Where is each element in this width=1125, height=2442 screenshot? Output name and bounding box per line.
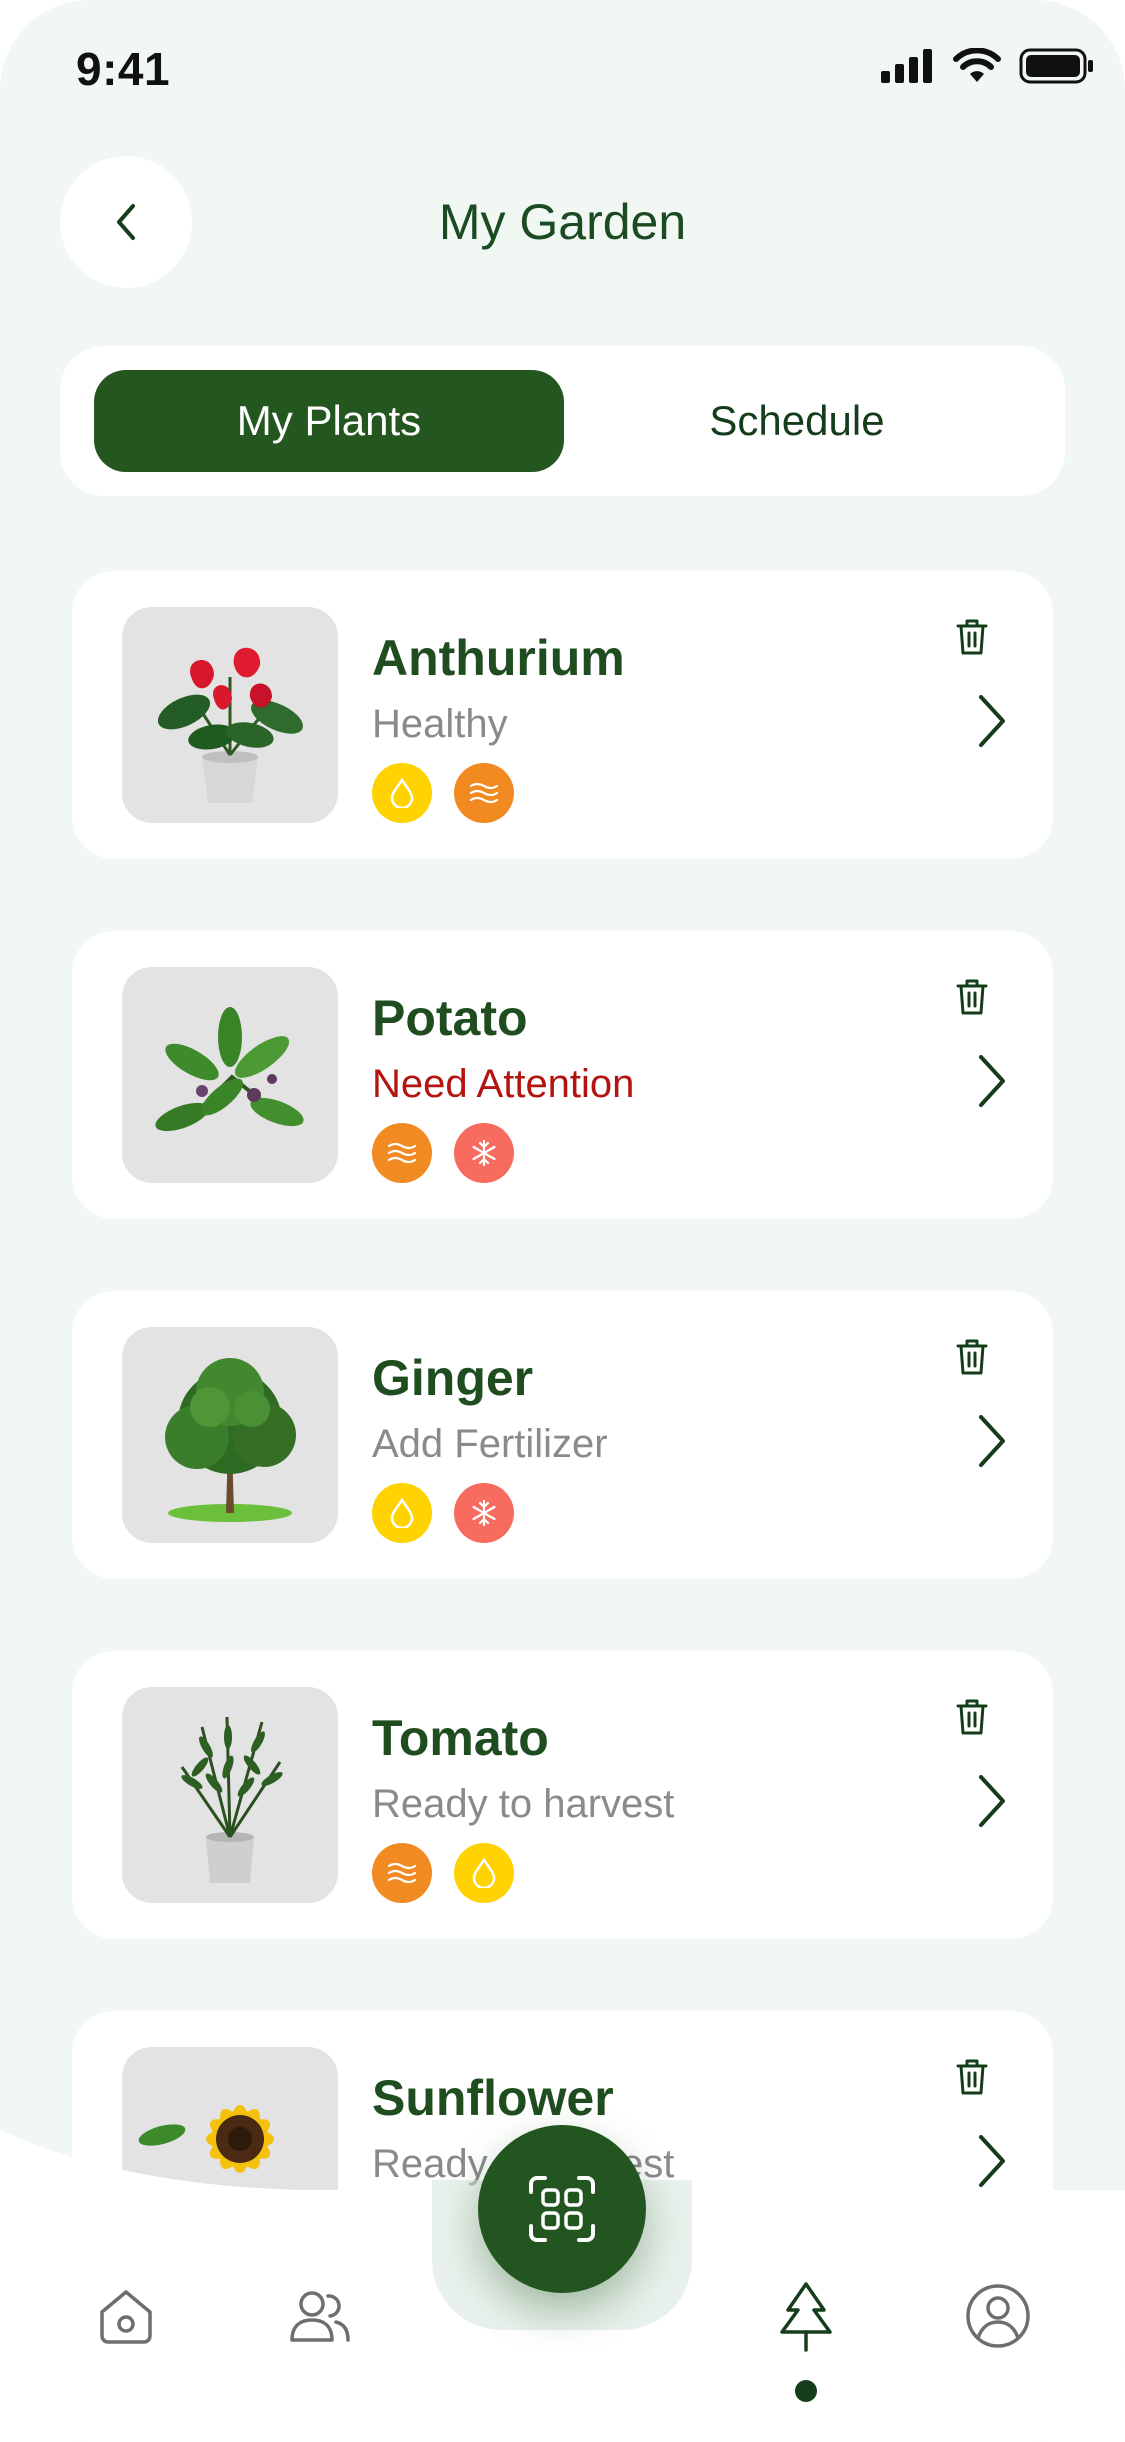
snowflake-icon: [454, 1483, 514, 1543]
tab-schedule[interactable]: Schedule: [562, 370, 1032, 472]
plant-card-potato[interactable]: Potato Need Attention: [72, 931, 1053, 1219]
plant-tree-icon: [780, 2282, 832, 2352]
nav-profile[interactable]: [962, 2280, 1034, 2352]
status-icons: [881, 48, 1095, 84]
wind-icon: [372, 1843, 432, 1903]
tab-my-plants[interactable]: My Plants: [94, 370, 564, 472]
wifi-icon: [953, 48, 1001, 82]
plant-status: Ready to harvest: [372, 1782, 675, 1826]
care-badges: [372, 1843, 514, 1903]
water-drop-icon: [372, 763, 432, 823]
profile-icon: [966, 2284, 1030, 2348]
scan-button[interactable]: [478, 2125, 646, 2293]
trash-icon[interactable]: [955, 977, 989, 1017]
chevron-right-icon[interactable]: [969, 689, 1013, 753]
plant-thumbnail: [122, 1687, 338, 1903]
battery-icon: [1019, 48, 1093, 84]
plant-card-tomato[interactable]: Tomato Ready to harvest: [72, 1651, 1053, 1939]
plant-status: Healthy: [372, 702, 508, 746]
plant-status: Need Attention: [372, 1062, 635, 1106]
wind-icon: [372, 1123, 432, 1183]
phone-screen: 9:41 My Garden My Plants Schedule Anthur…: [0, 0, 1125, 2442]
nav-community[interactable]: [284, 2280, 356, 2352]
care-badges: [372, 1483, 514, 1543]
care-badges: [372, 1123, 514, 1183]
community-icon: [290, 2291, 350, 2342]
zz-plant-image: [180, 1716, 283, 1883]
trash-icon[interactable]: [955, 2057, 989, 2097]
anthurium-image: [157, 647, 303, 803]
wind-icon: [454, 763, 514, 823]
chevron-right-icon[interactable]: [969, 1769, 1013, 1833]
plant-name: Tomato: [372, 1710, 549, 1766]
segmented-tabs: My Plants Schedule: [60, 346, 1065, 496]
chevron-right-icon[interactable]: [969, 1409, 1013, 1473]
nav-my-garden[interactable]: [770, 2280, 842, 2352]
tree-image: [165, 1358, 296, 1522]
water-drop-icon: [372, 1483, 432, 1543]
page-title: My Garden: [438, 194, 687, 250]
trash-icon[interactable]: [955, 1697, 989, 1737]
care-badges: [372, 763, 514, 823]
plant-card-ginger[interactable]: Ginger Add Fertilizer: [72, 1291, 1053, 1579]
plant-status: Add Fertilizer: [372, 1422, 608, 1466]
snowflake-icon: [454, 1123, 514, 1183]
plant-thumbnail: [122, 967, 338, 1183]
plant-card-anthurium[interactable]: Anthurium Healthy: [72, 571, 1053, 859]
home-icon: [100, 2290, 152, 2344]
status-time: 9:41: [76, 43, 171, 95]
potato-plant-image: [155, 1007, 304, 1132]
nav-home[interactable]: [90, 2280, 162, 2352]
plant-thumbnail: [122, 1327, 338, 1543]
chevron-right-icon[interactable]: [969, 1049, 1013, 1113]
trash-icon[interactable]: [955, 1337, 989, 1377]
plant-name: Ginger: [372, 1350, 534, 1406]
plant-name: Anthurium: [372, 630, 625, 686]
trash-icon[interactable]: [955, 617, 989, 657]
cellular-signal-icon: [881, 49, 932, 83]
active-nav-indicator: [795, 2380, 817, 2402]
scan-icon: [529, 2176, 595, 2242]
plant-thumbnail: [122, 607, 338, 823]
water-drop-icon: [454, 1843, 514, 1903]
plant-name: Potato: [372, 990, 528, 1046]
